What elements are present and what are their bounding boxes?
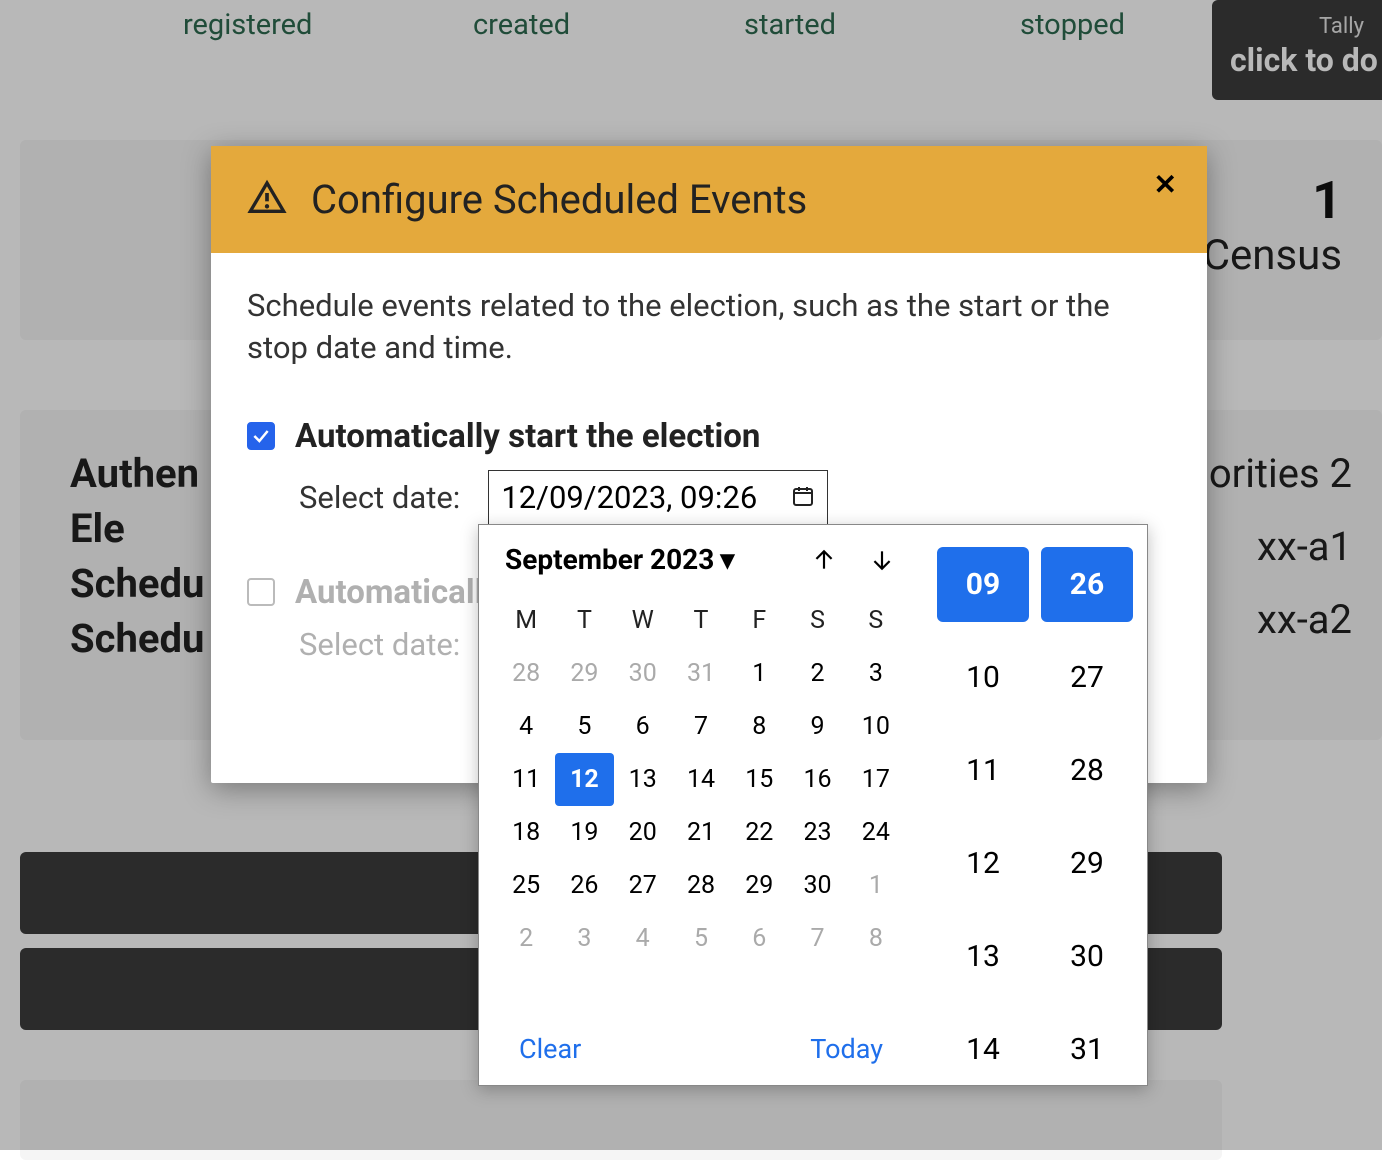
calendar-pane: September 2023 ▾ MTWTFSS2829303112345678…: [479, 525, 923, 1085]
calendar-day[interactable]: 30: [788, 859, 846, 912]
minute-option[interactable]: 31: [1041, 1012, 1133, 1085]
auto-start-row: Automatically start the election: [247, 417, 1171, 456]
calendar-day[interactable]: 18: [497, 806, 555, 859]
calendar-day[interactable]: 17: [847, 753, 905, 806]
hour-option[interactable]: 10: [937, 640, 1029, 715]
hour-option[interactable]: 11: [937, 733, 1029, 808]
calendar-day[interactable]: 30: [614, 647, 672, 700]
calendar-day[interactable]: 6: [614, 700, 672, 753]
calendar-day[interactable]: 4: [614, 912, 672, 965]
calendar-day[interactable]: 3: [555, 912, 613, 965]
minute-option[interactable]: 29: [1041, 826, 1133, 901]
calendar-day[interactable]: 21: [672, 806, 730, 859]
calendar-day[interactable]: 22: [730, 806, 788, 859]
start-date-value: 12/09/2023, 09:26: [501, 479, 757, 516]
calendar-day[interactable]: 31: [672, 647, 730, 700]
auto-stop-label: Automatically: [295, 573, 500, 612]
calendar-grid: MTWTFSS282930311234567891011121314151617…: [497, 598, 905, 965]
month-label: September 2023: [505, 543, 714, 576]
calendar-day[interactable]: 3: [847, 647, 905, 700]
calendar-day[interactable]: 28: [672, 859, 730, 912]
calendar-day[interactable]: 5: [555, 700, 613, 753]
calendar-day[interactable]: 29: [730, 859, 788, 912]
calendar-day[interactable]: 14: [672, 753, 730, 806]
select-date-label: Select date:: [299, 479, 460, 516]
calendar-day[interactable]: 15: [730, 753, 788, 806]
prev-month-button[interactable]: [809, 545, 839, 575]
start-date-row: Select date: 12/09/2023, 09:26: [299, 470, 1171, 525]
minute-option[interactable]: 28: [1041, 733, 1133, 808]
calendar-day[interactable]: 1: [730, 647, 788, 700]
calendar-day[interactable]: 11: [497, 753, 555, 806]
warning-icon: [247, 178, 287, 222]
start-date-input[interactable]: 12/09/2023, 09:26: [488, 470, 828, 525]
calendar-day[interactable]: 29: [555, 647, 613, 700]
calendar-day[interactable]: 13: [614, 753, 672, 806]
date-time-picker: September 2023 ▾ MTWTFSS2829303112345678…: [478, 524, 1148, 1086]
hour-option[interactable]: 13: [937, 919, 1029, 994]
modal-header: Configure Scheduled Events ✕: [211, 146, 1207, 253]
calendar-day[interactable]: 10: [847, 700, 905, 753]
minute-column: 26272829303132: [1041, 547, 1133, 1063]
today-button[interactable]: Today: [810, 1033, 883, 1065]
hour-option[interactable]: 09: [937, 547, 1029, 622]
auto-start-label: Automatically start the election: [295, 417, 760, 456]
clear-button[interactable]: Clear: [519, 1033, 581, 1065]
minute-option[interactable]: 30: [1041, 919, 1133, 994]
calendar-day[interactable]: 2: [788, 647, 846, 700]
select-date-label: Select date:: [299, 626, 460, 663]
calendar-day[interactable]: 26: [555, 859, 613, 912]
calendar-day[interactable]: 5: [672, 912, 730, 965]
auto-stop-checkbox[interactable]: [247, 578, 275, 606]
month-selector[interactable]: September 2023 ▾: [505, 543, 734, 576]
minute-option[interactable]: 26: [1041, 547, 1133, 622]
minute-option[interactable]: 27: [1041, 640, 1133, 715]
modal-title: Configure Scheduled Events: [311, 176, 807, 223]
calendar-day[interactable]: 7: [672, 700, 730, 753]
dow-header: T: [555, 598, 613, 647]
dow-header: S: [788, 598, 846, 647]
calendar-day[interactable]: 4: [497, 700, 555, 753]
calendar-day[interactable]: 9: [788, 700, 846, 753]
calendar-icon: [791, 479, 815, 516]
calendar-day[interactable]: 27: [614, 859, 672, 912]
calendar-day[interactable]: 19: [555, 806, 613, 859]
next-month-button[interactable]: [867, 545, 897, 575]
modal-description: Schedule events related to the election,…: [247, 285, 1171, 369]
hour-option[interactable]: 14: [937, 1012, 1029, 1085]
calendar-day[interactable]: 24: [847, 806, 905, 859]
dow-header: M: [497, 598, 555, 647]
time-pane: 09101112131415 26272829303132: [923, 525, 1147, 1085]
dow-header: T: [672, 598, 730, 647]
calendar-day[interactable]: 7: [788, 912, 846, 965]
calendar-day[interactable]: 16: [788, 753, 846, 806]
calendar-day[interactable]: 23: [788, 806, 846, 859]
caret-down-icon: ▾: [720, 543, 734, 576]
calendar-day[interactable]: 8: [847, 912, 905, 965]
dow-header: F: [730, 598, 788, 647]
calendar-day[interactable]: 6: [730, 912, 788, 965]
dow-header: W: [614, 598, 672, 647]
dow-header: S: [847, 598, 905, 647]
calendar-day[interactable]: 20: [614, 806, 672, 859]
hour-column: 09101112131415: [937, 547, 1029, 1063]
calendar-day[interactable]: 12: [555, 753, 613, 806]
close-icon[interactable]: ✕: [1154, 168, 1177, 201]
calendar-day[interactable]: 2: [497, 912, 555, 965]
hour-option[interactable]: 12: [937, 826, 1029, 901]
calendar-day[interactable]: 1: [847, 859, 905, 912]
calendar-day[interactable]: 28: [497, 647, 555, 700]
calendar-day[interactable]: 8: [730, 700, 788, 753]
calendar-day[interactable]: 25: [497, 859, 555, 912]
auto-start-checkbox[interactable]: [247, 422, 275, 450]
